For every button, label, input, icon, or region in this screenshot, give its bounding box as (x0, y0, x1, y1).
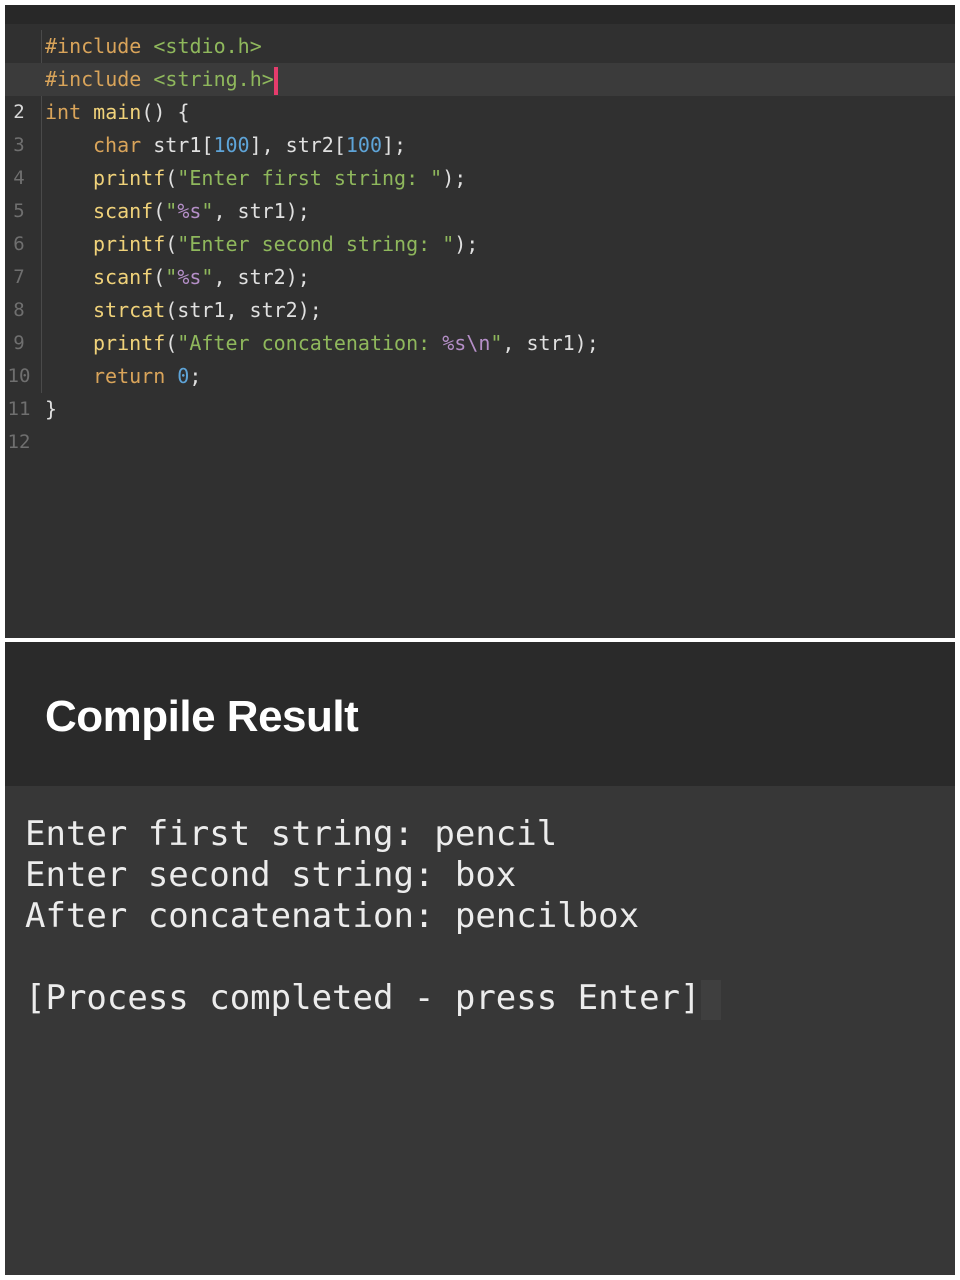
line-number: 12 (7, 431, 31, 453)
output-line-4: [Process completed - press Enter] (25, 978, 721, 1020)
code-text: char str1[100], str2[100]; (93, 129, 406, 162)
token: printf (93, 166, 166, 190)
code-line-4[interactable]: 4 char str1[100], str2[100]; (5, 129, 955, 189)
code-editor[interactable]: 1 #include <stdio.h> 2 #include <string.… (5, 5, 955, 638)
token: " (165, 265, 178, 289)
gutter-divider (41, 162, 42, 195)
token: <string.h> (153, 67, 274, 91)
code-line-12[interactable]: 12 } (5, 393, 955, 453)
output-line-1: Enter first string: pencil (25, 814, 558, 854)
code-line-7[interactable]: 7 printf("Enter second string: "); (5, 228, 955, 288)
result-header: Compile Result (5, 642, 955, 786)
token: ( (165, 166, 178, 190)
code-line-6[interactable]: 6 scanf("%s", str1); (5, 195, 955, 255)
token: strcat (93, 298, 166, 322)
gutter-divider (41, 129, 42, 162)
token: scanf (93, 265, 154, 289)
gutter-divider (41, 360, 42, 393)
gutter-divider (41, 327, 42, 360)
code-line-5[interactable]: 5 printf("Enter first string: "); (5, 162, 955, 222)
token: 100 (345, 133, 383, 157)
result-title: Compile Result (45, 692, 359, 741)
output-line-3: After concatenation: pencilbox (25, 896, 640, 936)
gutter-divider (41, 30, 42, 63)
token: printf (93, 331, 166, 355)
token: ; (189, 364, 202, 388)
token: " (201, 199, 214, 223)
token: %s\n (442, 331, 491, 355)
code-text: #include <stdio.h> (45, 30, 262, 63)
code-text: int main() { (45, 96, 190, 129)
editor-top-bar (5, 5, 955, 24)
token: ( (153, 265, 166, 289)
token: ); (442, 166, 467, 190)
code-line-3[interactable]: 3 int main() { (5, 96, 955, 156)
token: , str1); (502, 331, 599, 355)
token: <stdio.h> (153, 34, 262, 58)
text-cursor (273, 66, 278, 95)
token: int (45, 100, 94, 124)
code-text: } (45, 393, 57, 426)
code-line-2-active[interactable]: 2 #include <string.h> (5, 63, 955, 123)
token: , str2); (213, 265, 310, 289)
token: ( (153, 199, 166, 223)
token: main (93, 100, 142, 124)
token: scanf (93, 199, 154, 223)
terminal-output[interactable]: Enter first string: pencil Enter second … (25, 814, 721, 1020)
compile-result-panel: Compile Result Enter first string: penci… (5, 642, 955, 1275)
token: "After concatenation: (177, 331, 443, 355)
token: #include (45, 34, 154, 58)
code-text: scanf("%s", str1); (93, 195, 310, 228)
token: %s (177, 199, 202, 223)
gutter-divider (41, 96, 42, 129)
code-text: scanf("%s", str2); (93, 261, 310, 294)
code-line-9[interactable]: 9 strcat(str1, str2); (5, 294, 955, 354)
token: ], str2[ (249, 133, 346, 157)
token: #include (45, 67, 154, 91)
code-text: printf("Enter first string: "); (93, 162, 466, 195)
token: ( (165, 232, 178, 256)
token: " (490, 331, 503, 355)
token: char (93, 133, 154, 157)
terminal-cursor (700, 979, 721, 1020)
token: str1[ (153, 133, 214, 157)
code-line-10[interactable]: 10 printf("After concatenation: %s\n", s… (5, 327, 955, 387)
gutter-divider (41, 228, 42, 261)
token: " (201, 265, 214, 289)
token: 100 (213, 133, 250, 157)
process-completed-text: [Process completed - press Enter] (25, 978, 701, 1018)
code-text: printf("Enter second string: "); (93, 228, 478, 261)
token: } (45, 397, 58, 421)
token: , str1); (213, 199, 310, 223)
gutter-divider (41, 195, 42, 228)
token: return (93, 364, 178, 388)
output-blank-line (25, 937, 721, 978)
gutter-divider (41, 294, 42, 327)
output-line-2: Enter second string: box (25, 855, 517, 895)
token: ( (165, 331, 178, 355)
code-line-8[interactable]: 8 scanf("%s", str2); (5, 261, 955, 321)
code-text: printf("After concatenation: %s\n", str1… (93, 327, 599, 360)
token: %s (177, 265, 202, 289)
code-text: return 0; (93, 360, 201, 393)
code-line-1[interactable]: 1 #include <stdio.h> (5, 30, 955, 90)
token: "Enter second string: " (177, 232, 455, 256)
token: ]; (382, 133, 407, 157)
token: printf (93, 232, 166, 256)
token: 0 (177, 364, 190, 388)
token: ); (454, 232, 479, 256)
code-text: #include <string.h> (45, 63, 278, 96)
code-lines[interactable]: 1 #include <stdio.h> 2 #include <string.… (5, 30, 955, 453)
code-line-11[interactable]: 11 return 0; (5, 360, 955, 420)
code-text: strcat(str1, str2); (93, 294, 322, 327)
token: "Enter first string: " (177, 166, 443, 190)
token: () { (141, 100, 190, 124)
token: (str1, str2); (165, 298, 322, 322)
gutter-divider (41, 261, 42, 294)
token: " (165, 199, 178, 223)
